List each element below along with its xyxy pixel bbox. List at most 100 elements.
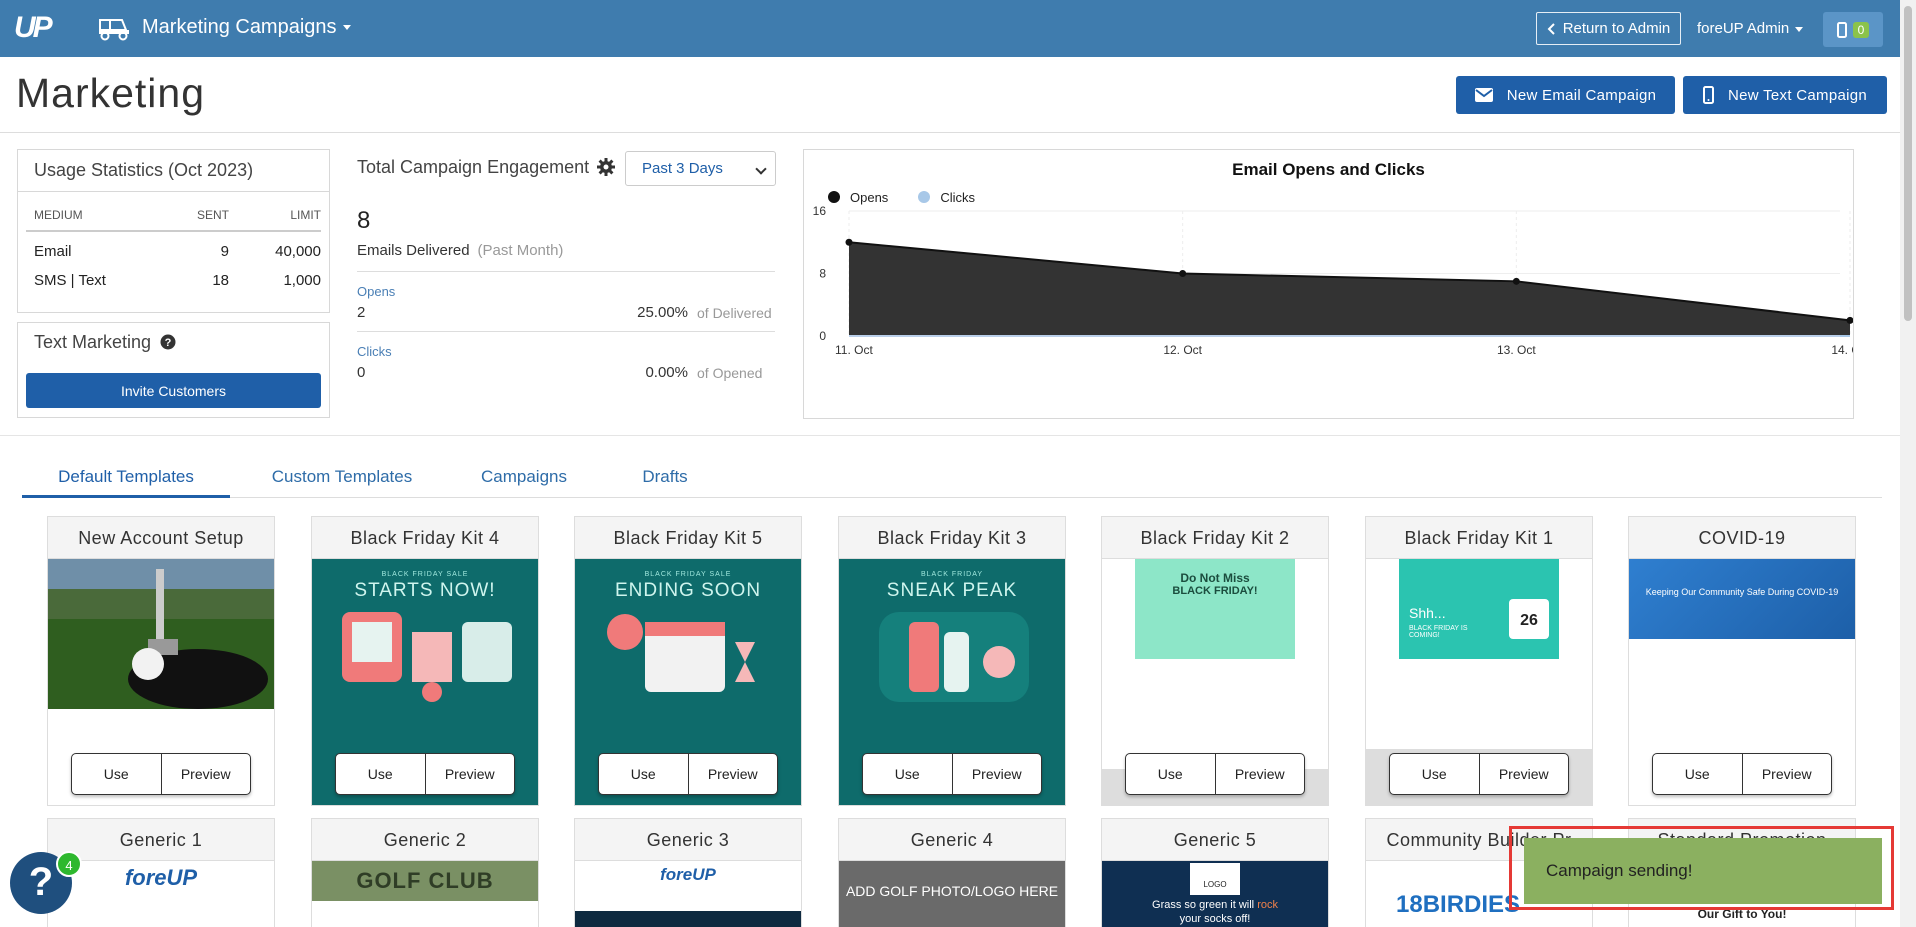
thumbnail-headline: STARTS NOW! bbox=[354, 580, 496, 601]
envelope-icon bbox=[1474, 88, 1493, 102]
use-button[interactable]: Use bbox=[72, 754, 161, 794]
app-switcher[interactable]: Marketing Campaigns bbox=[142, 16, 351, 39]
text-marketing-card: Text Marketing ? Invite Customers bbox=[17, 322, 330, 418]
template-thumbnail[interactable]: LOGO Grass so green it will rock your so… bbox=[1102, 861, 1328, 927]
thumbnail-headline: BLACK FRIDAY IS COMING! bbox=[1409, 625, 1468, 639]
column-header: LIMIT bbox=[290, 208, 321, 222]
template-card: Generic 2 GOLF CLUB bbox=[311, 818, 539, 927]
limit-cell: 1,000 bbox=[283, 272, 321, 289]
thumbnail-shh: Shh... bbox=[1409, 605, 1446, 621]
thumbnail-headline: Grass so green it will rock bbox=[1102, 899, 1328, 911]
calendar-day: 26 bbox=[1509, 599, 1549, 639]
period-value: Past 3 Days bbox=[642, 160, 723, 177]
template-title: Generic 1 bbox=[48, 819, 274, 861]
thumbnail-header-text: Do Not Miss bbox=[1180, 571, 1250, 585]
template-thumbnail[interactable]: foreUP bbox=[48, 861, 274, 927]
tab-drafts[interactable]: Drafts bbox=[630, 458, 700, 498]
sent-cell: 18 bbox=[212, 272, 229, 289]
thumbnail-headline: ENDING SOON bbox=[614, 580, 762, 601]
template-card: Black Friday Kit 4 BLACK FRIDAY SALE STA… bbox=[311, 516, 539, 806]
foreup-logo[interactable]: UP bbox=[14, 12, 60, 44]
invite-customers-button[interactable]: Invite Customers bbox=[26, 373, 321, 408]
svg-text:?: ? bbox=[165, 337, 172, 349]
new-email-campaign-button[interactable]: New Email Campaign bbox=[1456, 76, 1675, 114]
template-thumbnail[interactable]: ADD GOLF PHOTO/LOGO HERE bbox=[839, 861, 1065, 927]
table-row: Email 9 40,000 bbox=[26, 237, 321, 266]
chevron-left-icon bbox=[1547, 22, 1555, 35]
new-text-campaign-button[interactable]: New Text Campaign bbox=[1683, 76, 1887, 114]
preview-button[interactable]: Preview bbox=[1214, 754, 1305, 794]
template-actions: Use Preview bbox=[1652, 753, 1832, 795]
data-point bbox=[1179, 270, 1187, 277]
use-button[interactable]: Use bbox=[1126, 754, 1215, 794]
admin-menu[interactable]: foreUP Admin bbox=[1697, 20, 1804, 37]
tab-custom-templates[interactable]: Custom Templates bbox=[254, 458, 430, 498]
template-card: Generic 4 ADD GOLF PHOTO/LOGO HERE bbox=[838, 818, 1066, 927]
clicks-percent: 0.00% bbox=[645, 364, 688, 381]
thumbnail-headline: GOLF CLUB bbox=[312, 861, 538, 901]
thumbnail-logo: foreUP bbox=[124, 865, 198, 890]
delivered-label-row: Emails Delivered (Past Month) bbox=[357, 242, 563, 259]
section-divider bbox=[0, 435, 1916, 436]
preview-button[interactable]: Preview bbox=[951, 754, 1042, 794]
template-card: New Account Setup Use Preview bbox=[47, 516, 275, 806]
data-point bbox=[845, 238, 853, 246]
template-card: Generic 5 LOGO Grass so green it will ro… bbox=[1101, 818, 1329, 927]
top-navbar: UP Marketing Campaigns Return to Admin f… bbox=[0, 0, 1900, 57]
period-select[interactable]: Past 3 Days bbox=[625, 151, 776, 186]
return-label: Return to Admin bbox=[1562, 20, 1671, 37]
preview-button[interactable]: Preview bbox=[687, 754, 778, 794]
use-button[interactable]: Use bbox=[1653, 754, 1742, 794]
preview-button[interactable]: Preview bbox=[1478, 754, 1569, 794]
return-to-admin-button[interactable]: Return to Admin bbox=[1536, 12, 1681, 45]
template-title: Generic 2 bbox=[312, 819, 538, 861]
medium-cell: Email bbox=[34, 243, 72, 260]
use-button[interactable]: Use bbox=[1390, 754, 1479, 794]
sent-cell: 9 bbox=[220, 243, 229, 260]
calendar-illustration bbox=[607, 614, 755, 692]
template-actions: Use Preview bbox=[862, 753, 1042, 795]
text-count-badge: 0 bbox=[1852, 21, 1870, 38]
thumbnail-text: Grass so green it will bbox=[1152, 899, 1255, 911]
template-thumbnail[interactable]: foreUP bbox=[575, 861, 801, 927]
question-circle-icon[interactable]: ? bbox=[160, 334, 176, 350]
preview-button[interactable]: Preview bbox=[424, 754, 515, 794]
preview-button[interactable]: Preview bbox=[1741, 754, 1832, 794]
opens-percent: 25.00% bbox=[637, 304, 688, 321]
opens-label: Opens bbox=[357, 284, 396, 299]
thumbnail-logo: foreUP bbox=[660, 865, 716, 884]
scrollbar-thumb[interactable] bbox=[1904, 6, 1912, 321]
shopping-illustration bbox=[342, 612, 512, 702]
template-title: New Account Setup bbox=[48, 517, 274, 559]
thumbnail-header-text: BLACK FRIDAY SALE bbox=[381, 571, 469, 578]
clicks-of-label: of Opened bbox=[697, 365, 763, 381]
tab-campaigns[interactable]: Campaigns bbox=[474, 458, 574, 498]
thumbnail-header-text: BLACK FRIDAY bbox=[920, 571, 984, 578]
gear-icon[interactable] bbox=[596, 157, 616, 177]
clicks-label: Clicks bbox=[357, 344, 392, 359]
template-title: Black Friday Kit 2 bbox=[1102, 517, 1328, 559]
template-thumbnail[interactable]: GOLF CLUB bbox=[312, 861, 538, 927]
preview-button[interactable]: Preview bbox=[160, 754, 251, 794]
use-button[interactable]: Use bbox=[863, 754, 952, 794]
use-button[interactable]: Use bbox=[336, 754, 425, 794]
limit-cell: 40,000 bbox=[275, 243, 321, 260]
column-header: MEDIUM bbox=[34, 208, 83, 222]
thumbnail-subtext: your socks off! bbox=[1179, 913, 1251, 925]
usage-statistics-card: Usage Statistics (Oct 2023) MEDIUM SENT … bbox=[17, 149, 330, 313]
template-card: Black Friday Kit 1 Shh... BLACK FRIDAY I… bbox=[1365, 516, 1593, 806]
text-inbox-button[interactable]: 0 bbox=[1823, 12, 1883, 47]
chevron-down-icon bbox=[1795, 26, 1804, 32]
template-actions: Use Preview bbox=[71, 753, 251, 795]
use-button[interactable]: Use bbox=[599, 754, 688, 794]
template-title: Generic 3 bbox=[575, 819, 801, 861]
thumbnail-headline: Keeping Our Community Safe During COVID-… bbox=[1629, 559, 1855, 639]
new-email-label: New Email Campaign bbox=[1506, 86, 1657, 104]
thumbnail-accent-text: rock bbox=[1257, 899, 1278, 911]
template-card: Generic 1 foreUP bbox=[47, 818, 275, 927]
text-marketing-header: Text Marketing ? bbox=[18, 323, 329, 363]
tab-default-templates[interactable]: Default Templates bbox=[22, 458, 230, 498]
golf-bag-illustration bbox=[879, 612, 1029, 702]
thumbnail-band bbox=[575, 911, 801, 927]
thumbnail-headline: ADD GOLF PHOTO/LOGO HERE bbox=[845, 883, 1059, 899]
